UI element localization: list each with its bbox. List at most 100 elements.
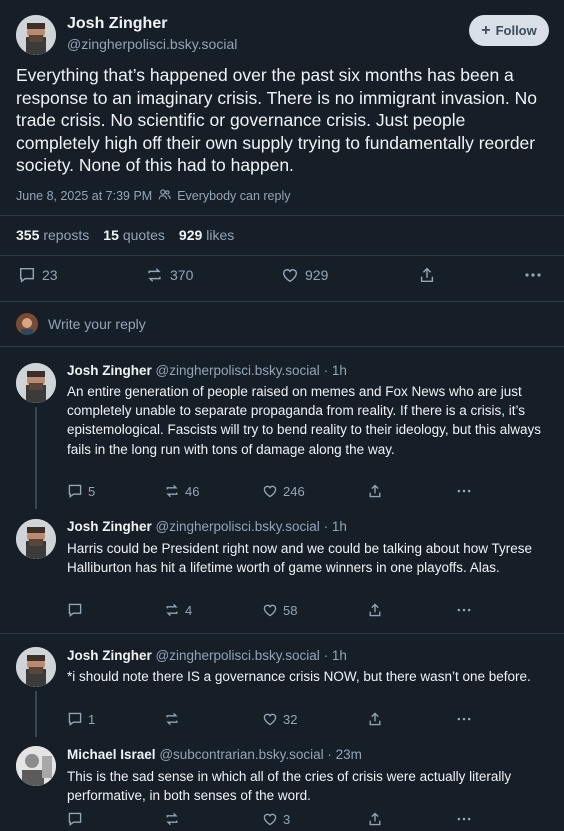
reply-composer[interactable]: Write your reply xyxy=(16,313,146,335)
plus-icon: + xyxy=(481,21,491,39)
more-options-button[interactable] xyxy=(524,268,542,282)
engagement-stats: 355 reposts 15 quotes 929 likes xyxy=(16,227,234,243)
share-button[interactable] xyxy=(367,811,383,827)
author-handle[interactable]: @zingherpolisci.bsky.social xyxy=(67,34,237,54)
like-button[interactable]: 32 xyxy=(262,711,297,727)
reply-count: 1 xyxy=(88,711,96,727)
divider xyxy=(0,301,564,302)
reply-author-name[interactable]: Michael Israel xyxy=(67,747,156,762)
more-icon xyxy=(457,817,471,821)
repost-icon xyxy=(166,484,178,498)
more-icon xyxy=(525,273,541,277)
heart-icon xyxy=(263,485,277,498)
post-meta: June 8, 2025 at 7:39 PM Everybody can re… xyxy=(16,188,290,204)
more-icon xyxy=(457,608,471,612)
comment-icon xyxy=(68,712,82,726)
reposts-stat[interactable]: 355 reposts xyxy=(16,227,89,243)
thread-line xyxy=(35,407,37,509)
likes-stat[interactable]: 929 likes xyxy=(179,227,234,243)
like-button[interactable]: 929 xyxy=(281,266,328,284)
reply-text: Harris could be President right now and … xyxy=(67,541,533,576)
share-button[interactable] xyxy=(367,711,383,727)
author-name[interactable]: Josh Zingher xyxy=(67,14,237,34)
reply-button[interactable] xyxy=(67,602,88,618)
more-options-button[interactable] xyxy=(456,604,472,616)
more-icon xyxy=(457,489,471,493)
reply-author-handle[interactable]: @subcontrarian.bsky.social xyxy=(159,747,323,762)
repost-icon xyxy=(166,712,178,726)
comment-icon xyxy=(19,267,35,283)
reply-author-handle[interactable]: @zingherpolisci.bsky.social xyxy=(156,363,320,378)
heart-icon xyxy=(263,604,277,617)
reply-button[interactable]: 5 xyxy=(67,483,95,499)
reply-avatar[interactable] xyxy=(16,647,56,687)
repost-button[interactable] xyxy=(164,811,185,827)
comment-icon xyxy=(68,484,82,498)
like-button[interactable]: 58 xyxy=(262,602,297,618)
repost-button[interactable]: 46 xyxy=(164,483,199,499)
post-text: Everything that’s happened over the past… xyxy=(16,65,538,175)
user-avatar xyxy=(16,313,38,335)
share-button[interactable] xyxy=(367,483,383,499)
reply-time[interactable]: · 1h xyxy=(324,648,347,663)
more-options-button[interactable] xyxy=(456,713,472,725)
reply-header: Michael Israel @subcontrarian.bsky.socia… xyxy=(67,746,362,764)
divider xyxy=(0,346,564,347)
like-count: 929 xyxy=(305,267,329,283)
reply-button[interactable]: 1 xyxy=(67,711,95,727)
reply-time[interactable]: · 1h xyxy=(324,363,347,378)
repost-count: 4 xyxy=(185,602,193,618)
divider xyxy=(0,255,564,256)
reply-avatar[interactable] xyxy=(16,363,56,403)
reply-avatar[interactable] xyxy=(16,746,56,786)
reply-header: Josh Zingher @zingherpolisci.bsky.social… xyxy=(67,647,347,665)
like-count: 58 xyxy=(283,602,298,618)
comment-icon xyxy=(68,812,82,826)
heart-icon xyxy=(282,269,298,283)
comment-icon xyxy=(68,603,82,617)
like-count: 3 xyxy=(283,811,291,827)
reply-placeholder: Write your reply xyxy=(48,316,146,332)
reply-count: 23 xyxy=(42,267,58,283)
thread-line xyxy=(35,691,37,737)
reply-button[interactable]: 23 xyxy=(18,266,58,284)
quotes-stat[interactable]: 15 quotes xyxy=(103,227,165,243)
share-icon xyxy=(369,812,381,826)
repost-button[interactable]: 370 xyxy=(145,266,193,284)
reply-author-name[interactable]: Josh Zingher xyxy=(67,363,152,378)
more-icon xyxy=(457,717,471,721)
more-options-button[interactable] xyxy=(456,485,472,497)
reply-header: Josh Zingher @zingherpolisci.bsky.social… xyxy=(67,362,347,380)
divider xyxy=(0,215,564,216)
reply-count: 5 xyxy=(88,483,96,499)
people-icon xyxy=(158,188,171,204)
reply-author-name[interactable]: Josh Zingher xyxy=(67,519,152,534)
reply-time[interactable]: · 23m xyxy=(327,747,362,762)
share-icon xyxy=(420,267,434,283)
like-button[interactable]: 246 xyxy=(262,483,305,499)
post-timestamp[interactable]: June 8, 2025 at 7:39 PM xyxy=(16,189,152,203)
divider xyxy=(0,633,564,634)
heart-icon xyxy=(263,813,277,826)
share-button[interactable] xyxy=(418,266,436,284)
heart-icon xyxy=(263,713,277,726)
reply-author-handle[interactable]: @zingherpolisci.bsky.social xyxy=(156,519,320,534)
repost-icon xyxy=(148,268,161,282)
reply-time[interactable]: · 1h xyxy=(324,519,347,534)
follow-button[interactable]: + Follow xyxy=(469,15,549,46)
reply-header: Josh Zingher @zingherpolisci.bsky.social… xyxy=(67,518,347,536)
repost-button[interactable]: 4 xyxy=(164,602,192,618)
author-avatar[interactable] xyxy=(16,15,56,55)
more-options-button[interactable] xyxy=(456,813,472,825)
share-button[interactable] xyxy=(367,602,383,618)
reply-setting[interactable]: Everybody can reply xyxy=(177,189,290,203)
reply-author-name[interactable]: Josh Zingher xyxy=(67,648,152,663)
repost-button[interactable] xyxy=(164,711,185,727)
share-icon xyxy=(369,603,381,617)
reply-avatar[interactable] xyxy=(16,519,56,559)
share-icon xyxy=(369,484,381,498)
reply-author-handle[interactable]: @zingherpolisci.bsky.social xyxy=(156,648,320,663)
author-header: Josh Zingher @zingherpolisci.bsky.social xyxy=(67,14,237,54)
reply-button[interactable] xyxy=(67,811,88,827)
like-button[interactable]: 3 xyxy=(262,811,290,827)
